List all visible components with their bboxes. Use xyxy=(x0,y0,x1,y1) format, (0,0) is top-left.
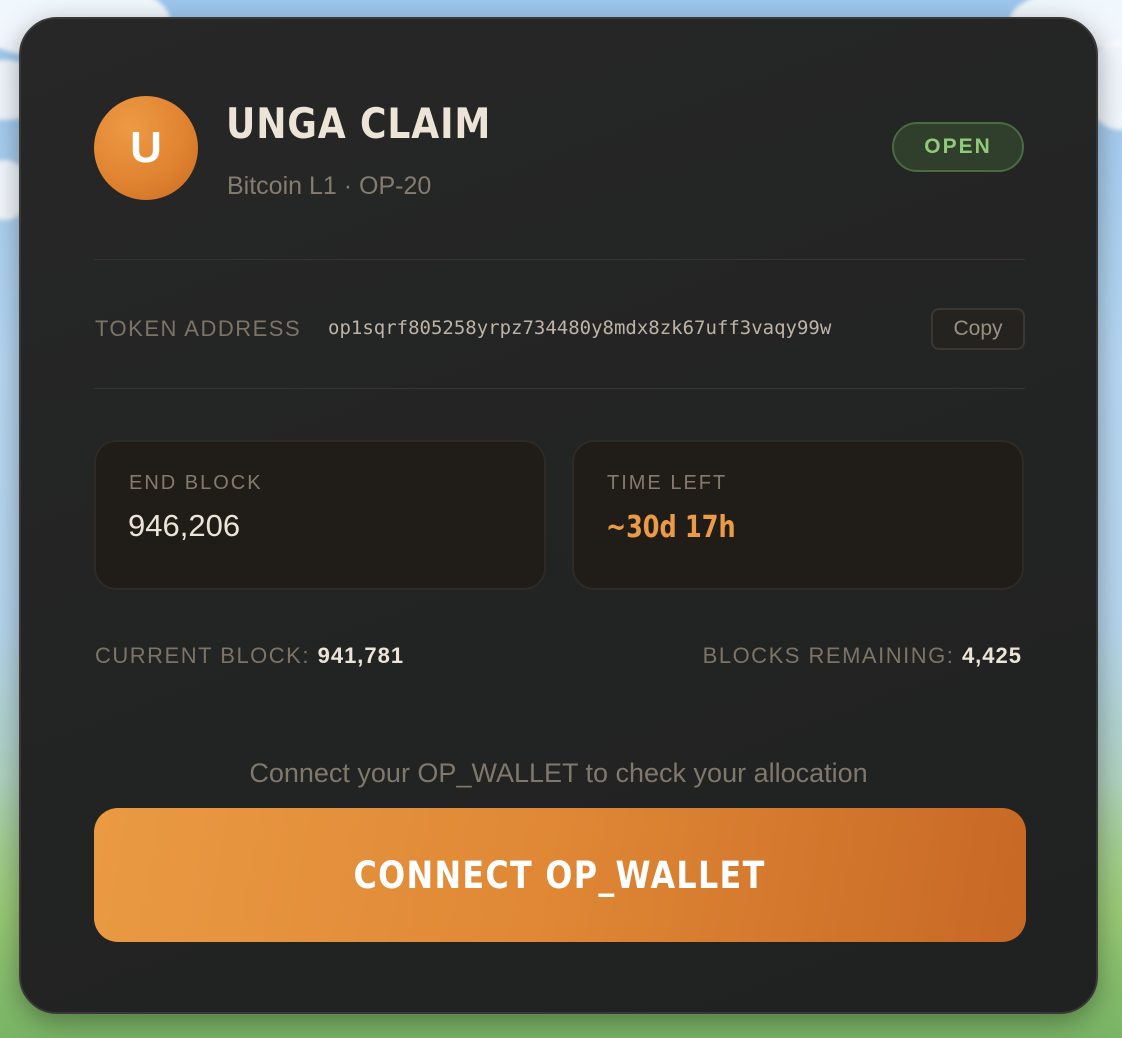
time-left-label: TIME LEFT xyxy=(607,472,728,494)
blocks-remaining-label: BLOCKS REMAINING: xyxy=(702,643,955,668)
time-left-value: ~30d 17h xyxy=(606,510,736,545)
token-address-label: TOKEN ADDRESS xyxy=(95,316,302,341)
current-block: CURRENT BLOCK: 941,781 xyxy=(95,643,404,669)
end-block-card: END BLOCK 946,206 xyxy=(94,440,546,590)
blocks-remaining-value: 4,425 xyxy=(961,643,1022,668)
blocks-remaining: BLOCKS REMAINING: 4,425 xyxy=(703,643,1022,669)
copy-address-button[interactable]: Copy xyxy=(931,308,1025,350)
token-avatar: U xyxy=(94,96,198,200)
end-block-value: 946,206 xyxy=(128,508,241,543)
status-badge: OPEN xyxy=(892,122,1024,172)
divider xyxy=(94,259,1025,260)
page-title: UNGA CLAIM xyxy=(226,99,492,148)
time-left-card: TIME LEFT ~30d 17h xyxy=(572,440,1024,590)
connect-prompt: Connect your OP_WALLET to check your all… xyxy=(249,758,868,788)
token-address-value: op1sqrf805258yrpz734480y8mdx8zk67uff3vaq… xyxy=(328,317,832,339)
end-block-label: END BLOCK xyxy=(129,472,263,494)
connect-wallet-button[interactable]: CONNECT OP_WALLET xyxy=(94,808,1026,942)
divider xyxy=(94,388,1025,389)
current-block-value: 941,781 xyxy=(317,643,405,668)
claim-card: U UNGA CLAIM Bitcoin L1 · OP-20 OPEN TOK… xyxy=(19,17,1098,1014)
connect-wallet-label: CONNECT OP_WALLET xyxy=(353,853,767,897)
network-subtitle: Bitcoin L1 · OP-20 xyxy=(227,172,432,200)
current-block-label: CURRENT BLOCK: xyxy=(95,643,310,668)
